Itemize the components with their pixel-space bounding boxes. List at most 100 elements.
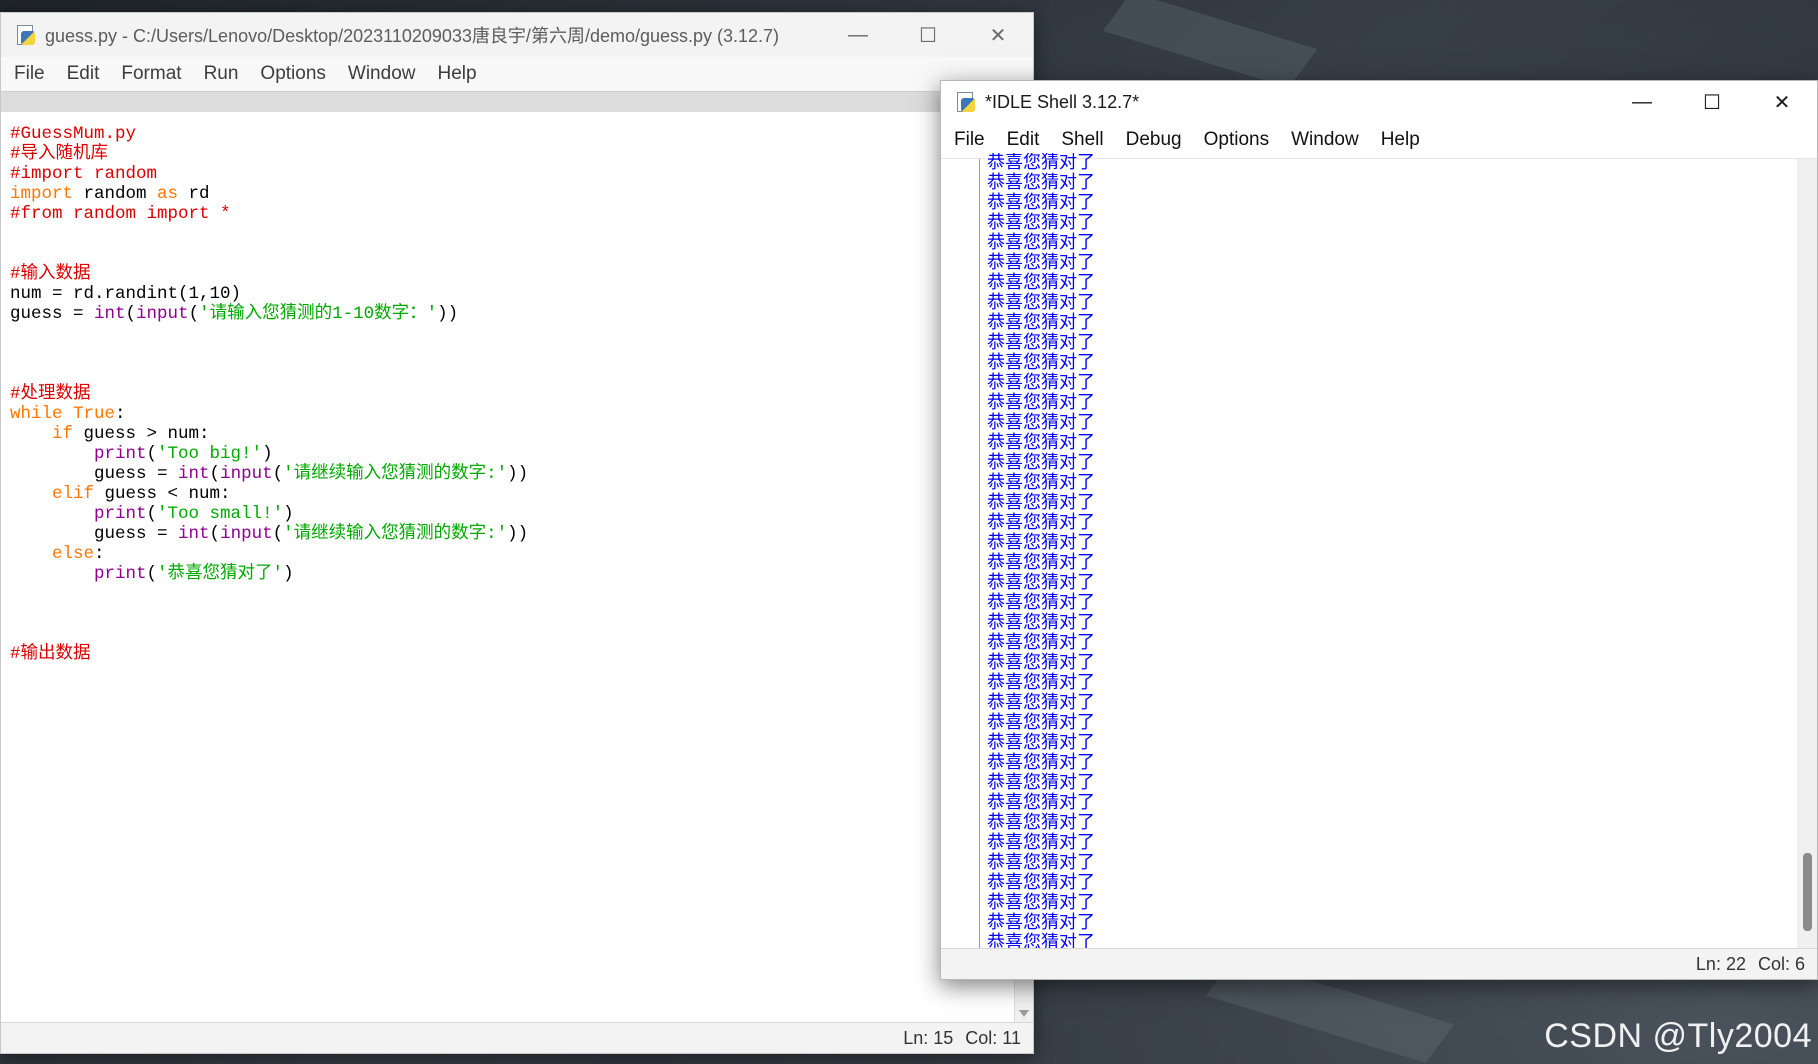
code-token: int <box>94 304 126 324</box>
code-token: input <box>220 464 273 484</box>
menu-help[interactable]: Help <box>426 63 487 85</box>
code-token: )) <box>507 464 529 484</box>
shell-output-line: 恭喜您猜对了 <box>987 612 1095 633</box>
shell-window[interactable]: *IDLE Shell 3.12.7* — ☐ ✕ File Edit Shel… <box>940 80 1818 980</box>
menu-help[interactable]: Help <box>1370 129 1431 151</box>
code-editor[interactable]: #GuessMum.py #导入随机库 #import random import r… <box>1 112 1015 1023</box>
menu-options[interactable]: Options <box>1193 129 1280 151</box>
shell-output-line: 恭喜您猜对了 <box>987 153 1095 173</box>
menu-window[interactable]: Window <box>337 63 427 85</box>
shell-output: 恭喜您猜对了 恭喜您猜对了 恭喜您猜对了 恭喜您猜对了 恭喜您猜对了 恭喜您猜对了 恭喜您猜… <box>987 153 1795 949</box>
code-token: elif <box>52 484 95 504</box>
shell-output-line: 恭喜您猜对了 <box>987 752 1095 773</box>
close-icon: ✕ <box>989 24 1007 47</box>
minimize-button[interactable]: — <box>823 13 893 57</box>
code-line: guess = int(input('请继续输入您猜测的数字:')) <box>10 524 1015 544</box>
code-token: ( <box>209 464 221 484</box>
close-button[interactable]: ✕ <box>963 13 1033 57</box>
menu-options[interactable]: Options <box>249 63 336 85</box>
minimize-button[interactable]: — <box>1607 81 1677 123</box>
shell-output-line: 恭喜您猜对了 <box>987 832 1095 853</box>
code-token: )) <box>437 304 459 324</box>
shell-output-line: 恭喜您猜对了 <box>987 912 1095 933</box>
code-token: '请继续输入您猜测的数字:' <box>283 464 508 484</box>
shell-scrollbar-thumb[interactable] <box>1803 853 1812 931</box>
menu-shell[interactable]: Shell <box>1050 129 1114 151</box>
code-token: #输出数据 <box>10 644 91 664</box>
code-token: ( <box>272 464 284 484</box>
code-token: 'Too big!' <box>157 444 263 464</box>
shell-prompt-gutter <box>941 159 980 949</box>
code-token: '请输入您猜测的1-10数字：' <box>199 304 438 324</box>
code-token: import <box>10 184 74 204</box>
close-icon: ✕ <box>1773 91 1791 114</box>
shell-output-line: 恭喜您猜对了 <box>987 372 1095 393</box>
menu-file[interactable]: File <box>941 129 996 151</box>
shell-output-line: 恭喜您猜对了 <box>987 672 1095 693</box>
column-number: Col: 11 <box>965 1027 1021 1048</box>
code-line: #导入随机库 <box>10 144 1015 164</box>
code-line: while True: <box>10 404 1015 424</box>
code-token: guess > num: <box>73 424 210 444</box>
code-token: '请继续输入您猜测的数字:' <box>283 524 508 544</box>
shell-menubar: File Edit Shell Debug Options Window Hel… <box>941 123 1817 157</box>
code-token: : <box>94 544 105 564</box>
menu-edit[interactable]: Edit <box>996 129 1051 151</box>
menu-edit[interactable]: Edit <box>56 63 111 85</box>
shell-titlebar[interactable]: *IDLE Shell 3.12.7* — ☐ ✕ <box>941 81 1817 123</box>
shell-output-line: 恭喜您猜对了 <box>987 932 1095 950</box>
python-shell-icon <box>955 92 975 112</box>
editor-titlebar[interactable]: guess.py - C:/Users/Lenovo/Desktop/20231… <box>1 13 1033 57</box>
shell-output-line: 恭喜您猜对了 <box>987 872 1095 893</box>
editor-window[interactable]: guess.py - C:/Users/Lenovo/Desktop/20231… <box>0 12 1034 1054</box>
shell-output-line: 恭喜您猜对了 <box>987 552 1095 573</box>
editor-menubar: File Edit Format Run Options Window Help <box>1 57 1033 91</box>
shell-output-line: 恭喜您猜对了 <box>987 392 1095 413</box>
shell-output-area[interactable]: 恭喜您猜对了 恭喜您猜对了 恭喜您猜对了 恭喜您猜对了 恭喜您猜对了 恭喜您猜对了 恭喜您猜… <box>941 153 1817 949</box>
code-lines: #GuessMum.py #导入随机库 #import random import r… <box>1 112 1015 664</box>
code-line: print('Too big!') <box>10 444 1015 464</box>
close-button[interactable]: ✕ <box>1747 81 1817 123</box>
scroll-down-arrow-icon[interactable] <box>1019 1010 1029 1017</box>
editor-window-controls: — ☐ ✕ <box>823 13 1033 57</box>
menu-debug[interactable]: Debug <box>1115 129 1193 151</box>
code-line: #import random <box>10 164 1015 184</box>
shell-statusbar: Ln: 22 Col: 6 <box>941 948 1817 979</box>
code-line: print('恭喜您猜对了') <box>10 564 1015 584</box>
maximize-button[interactable]: ☐ <box>893 13 963 57</box>
maximize-icon: ☐ <box>919 24 937 47</box>
shell-output-line: 恭喜您猜对了 <box>987 352 1095 373</box>
maximize-icon: ☐ <box>1703 91 1721 114</box>
shell-output-line: 恭喜您猜对了 <box>987 432 1095 453</box>
code-token: as <box>157 184 179 204</box>
menu-file[interactable]: File <box>1 63 56 85</box>
shell-scrollbar[interactable] <box>1797 159 1817 949</box>
shell-output-line: 恭喜您猜对了 <box>987 212 1095 233</box>
code-token: input <box>136 304 189 324</box>
code-line: guess = int(input('请输入您猜测的1-10数字：')) <box>10 304 1015 324</box>
menu-format[interactable]: Format <box>110 63 192 85</box>
shell-output-line: 恭喜您猜对了 <box>987 272 1095 293</box>
menu-window[interactable]: Window <box>1280 129 1370 151</box>
code-token: guess < num: <box>94 484 231 504</box>
shell-output-line: 恭喜您猜对了 <box>987 332 1095 353</box>
shell-output-line: 恭喜您猜对了 <box>987 712 1095 733</box>
code-token: while <box>10 404 63 424</box>
code-token: ( <box>146 504 158 524</box>
menu-run[interactable]: Run <box>193 63 250 85</box>
code-token: guess = <box>10 304 95 324</box>
code-line: #处理数据 <box>10 384 1015 404</box>
code-token: rd <box>178 184 210 204</box>
shell-output-line: 恭喜您猜对了 <box>987 412 1095 433</box>
editor-toolbar-strip <box>1 91 1033 113</box>
shell-output-line: 恭喜您猜对了 <box>987 732 1095 753</box>
code-token: int <box>178 464 210 484</box>
code-token: print <box>94 444 147 464</box>
maximize-button[interactable]: ☐ <box>1677 81 1747 123</box>
